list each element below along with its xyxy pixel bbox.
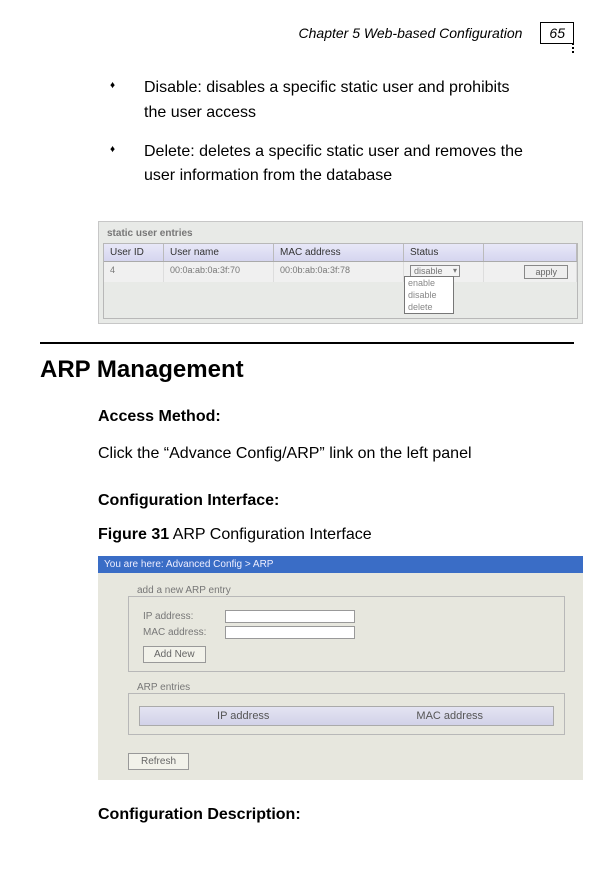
fieldset-legend-entries: ARP entries — [134, 682, 193, 693]
col-user-id: User ID — [104, 244, 164, 261]
bullet-list: Disable: disables a specific static user… — [40, 52, 574, 215]
page-number: 65 — [540, 22, 574, 44]
status-dropdown[interactable]: enable disable delete — [404, 276, 454, 314]
option-delete[interactable]: delete — [405, 301, 453, 313]
figure-static-users: static user entries User ID User name MA… — [40, 215, 574, 328]
section-title: ARP Management — [40, 350, 574, 398]
figure1-table-header: User ID User name MAC address Status — [104, 244, 577, 262]
arp-table-header: IP address MAC address — [139, 706, 554, 726]
config-interface-heading: Configuration Interface: — [40, 482, 574, 526]
th-mac: MAC address — [347, 707, 554, 725]
access-method-heading: Access Method: — [40, 398, 574, 442]
breadcrumb: You are here: Advanced Config > ARP — [98, 556, 583, 573]
th-ip: IP address — [140, 707, 347, 725]
refresh-button[interactable]: Refresh — [128, 753, 189, 770]
section-divider — [40, 342, 574, 344]
figure-number: Figure 31 — [98, 526, 169, 543]
apply-button[interactable]: apply — [524, 265, 568, 279]
config-description-heading: Configuration Description: — [40, 780, 574, 840]
figure1-caption: static user entries — [103, 226, 578, 243]
arp-entries-fieldset: IP address MAC address — [128, 693, 565, 735]
bullet-item: Delete: deletes a specific static user a… — [110, 140, 534, 190]
mac-address-label: MAC address: — [143, 627, 225, 638]
add-new-button[interactable]: Add New — [143, 646, 206, 663]
figure-label: Figure 31 ARP Configuration Interface — [40, 526, 574, 556]
cell-mac: 00:0b:ab:0a:3f:78 — [274, 262, 404, 282]
figure-title: ARP Configuration Interface — [169, 526, 372, 543]
fieldset-legend-add: add a new ARP entry — [134, 585, 234, 596]
ip-address-label: IP address: — [143, 611, 225, 622]
bullet-item: Disable: disables a specific static user… — [110, 76, 534, 126]
page-header: Chapter 5 Web-based Configuration 65 — [40, 0, 574, 52]
col-mac: MAC address — [274, 244, 404, 261]
figure-arp-config: You are here: Advanced Config > ARP add … — [98, 556, 583, 780]
option-disable[interactable]: disable — [405, 289, 453, 301]
table-row: 4 00:0a:ab:0a:3f:70 00:0b:ab:0a:3f:78 di… — [104, 262, 577, 282]
access-method-text: Click the “Advance Config/ARP” link on t… — [40, 442, 574, 482]
col-user-name: User name — [164, 244, 274, 261]
cell-user-id: 4 — [104, 262, 164, 282]
col-status: Status — [404, 244, 484, 261]
add-arp-fieldset: IP address: MAC address: Add New — [128, 596, 565, 672]
ip-address-input[interactable] — [225, 610, 355, 623]
mac-address-input[interactable] — [225, 626, 355, 639]
option-enable[interactable]: enable — [405, 277, 453, 289]
cell-user-name: 00:0a:ab:0a:3f:70 — [164, 262, 274, 282]
chapter-title: Chapter 5 Web-based Configuration — [299, 25, 523, 41]
